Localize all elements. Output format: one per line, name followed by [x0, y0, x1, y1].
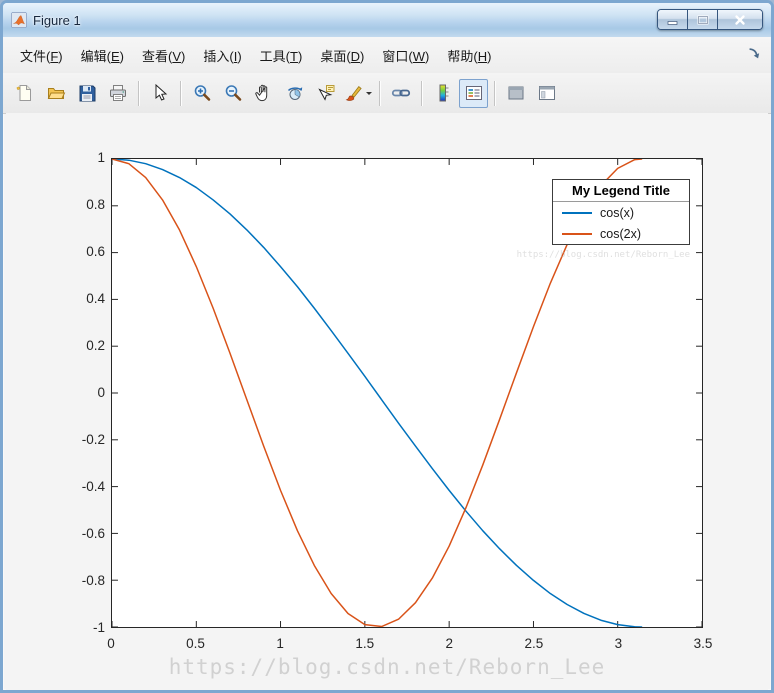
dropdown-caret-icon[interactable]: [366, 92, 372, 98]
legend-entry-0[interactable]: cos(x): [553, 202, 689, 223]
toolbar-separator: [379, 80, 380, 106]
y-tick-label: -0.4: [81, 479, 105, 494]
minimize-button[interactable]: [658, 10, 688, 29]
rotate-3d-button[interactable]: [280, 79, 309, 108]
new-document-icon: [15, 83, 35, 103]
print-icon: [108, 83, 128, 103]
hide-plot-tools-icon: [506, 83, 526, 103]
y-tick-label: 1: [97, 150, 105, 165]
maximize-icon: [697, 14, 709, 26]
y-tick-label: 0.8: [86, 197, 105, 212]
y-tick-label: -0.2: [81, 432, 105, 447]
data-cursor-icon: [316, 83, 336, 103]
pan-button[interactable]: [249, 79, 278, 108]
data-cursor-button[interactable]: [311, 79, 340, 108]
hide-plot-tools-button[interactable]: [501, 79, 530, 108]
edit-plot-button[interactable]: [145, 79, 174, 108]
y-tick-label: -0.8: [81, 573, 105, 588]
save-icon: [77, 83, 97, 103]
legend-entry-1[interactable]: cos(2x): [553, 223, 689, 244]
menu-item-view[interactable]: 查看(V): [133, 41, 194, 70]
rotate-3d-icon: [285, 83, 305, 103]
zoom-out-icon: [223, 83, 243, 103]
zoom-in-icon: [192, 83, 212, 103]
x-tick-label: 3.5: [693, 636, 713, 651]
window-controls: [657, 9, 763, 30]
link-plot-icon: [391, 83, 411, 103]
legend-icon: [464, 83, 484, 103]
open-folder-icon: [46, 83, 66, 103]
pan-hand-icon: [254, 83, 274, 103]
menu-item-window[interactable]: 窗口(W): [373, 41, 438, 70]
x-tick-label: 3: [614, 636, 623, 651]
menu-item-edit[interactable]: 编辑(E): [72, 41, 133, 70]
legend-line-sample: [562, 232, 592, 235]
x-tick-label: 2: [445, 636, 454, 651]
toolbar-separator: [421, 80, 422, 106]
x-tick-label: 0.5: [186, 636, 205, 651]
y-tick-label: 0.2: [86, 338, 105, 353]
menu-item-file[interactable]: 文件(F): [11, 41, 72, 70]
toolbar-separator: [494, 80, 495, 106]
matlab-logo-icon: [11, 12, 27, 28]
legend-title: My Legend Title: [553, 180, 689, 202]
cursor-arrow-icon: [150, 83, 170, 103]
zoom-in-button[interactable]: [187, 79, 216, 108]
close-button[interactable]: [718, 10, 762, 29]
y-tick-label: 0: [97, 385, 105, 400]
toolbar-separator: [180, 80, 181, 106]
close-icon: [733, 14, 747, 26]
x-tick-label: 2.5: [524, 636, 544, 651]
show-plot-tools-button[interactable]: [532, 79, 561, 108]
y-tick-label: 0.6: [86, 244, 105, 259]
menu-item-help[interactable]: 帮助(H): [438, 41, 500, 70]
link-plot-button[interactable]: [386, 79, 415, 108]
figure-window: Figure 1 文件(F) 编辑(E) 查看(V) 插入(I) 工具(T) 桌面(D) 窗…: [0, 0, 774, 693]
window-title: Figure 1: [33, 12, 81, 28]
menu-bar: 文件(F) 编辑(E) 查看(V) 插入(I) 工具(T) 桌面(D) 窗口(W) 帮助(H): [3, 37, 771, 74]
x-tick-label: 1: [276, 636, 284, 651]
colorbar-icon: [433, 83, 453, 103]
brush-data-button[interactable]: [342, 79, 373, 108]
watermark-text: https://blog.csdn.net/Reborn_Lee: [168, 655, 606, 679]
save-figure-button[interactable]: [72, 79, 101, 108]
menu-item-tools[interactable]: 工具(T): [251, 41, 312, 70]
print-figure-button[interactable]: [103, 79, 132, 108]
y-tick-label: -0.6: [81, 526, 105, 541]
legend-entry-label: cos(2x): [600, 226, 641, 241]
brush-icon: [343, 83, 363, 103]
open-file-button[interactable]: [41, 79, 70, 108]
maximize-button[interactable]: [688, 10, 718, 29]
x-tick-label: 0: [107, 636, 115, 651]
show-plot-tools-icon: [537, 83, 557, 103]
toolbar-separator: [138, 80, 139, 106]
legend[interactable]: My Legend Title cos(x) cos(2x): [552, 179, 690, 245]
legend-line-sample: [562, 211, 592, 214]
legend-entries: cos(x) cos(2x): [553, 202, 689, 244]
x-tick-label: 1.5: [355, 636, 375, 651]
zoom-out-button[interactable]: [218, 79, 247, 108]
y-tick-label: 0.4: [86, 291, 105, 306]
insert-colorbar-button[interactable]: [428, 79, 457, 108]
y-tick-label: -1: [92, 620, 105, 635]
menu-items: 文件(F) 编辑(E) 查看(V) 插入(I) 工具(T) 桌面(D) 窗口(W) 帮助(H): [11, 41, 500, 70]
legend-entry-label: cos(x): [600, 205, 635, 220]
figure-canvas: 0 0.5 1 1.5 2 2.5 3 3.5 -1 -0.8 -0.6 -0.4 -0.2 0 0.2 0.…: [6, 113, 768, 690]
toolbar: [3, 73, 771, 114]
menu-item-desktop[interactable]: 桌面(D): [311, 41, 373, 70]
insert-legend-button[interactable]: [459, 78, 488, 108]
minimize-icon: [667, 14, 679, 26]
menu-item-insert[interactable]: 插入(I): [194, 41, 250, 70]
title-bar[interactable]: Figure 1: [3, 3, 771, 38]
dock-figure-icon[interactable]: [747, 47, 761, 61]
new-figure-button[interactable]: [10, 79, 39, 108]
